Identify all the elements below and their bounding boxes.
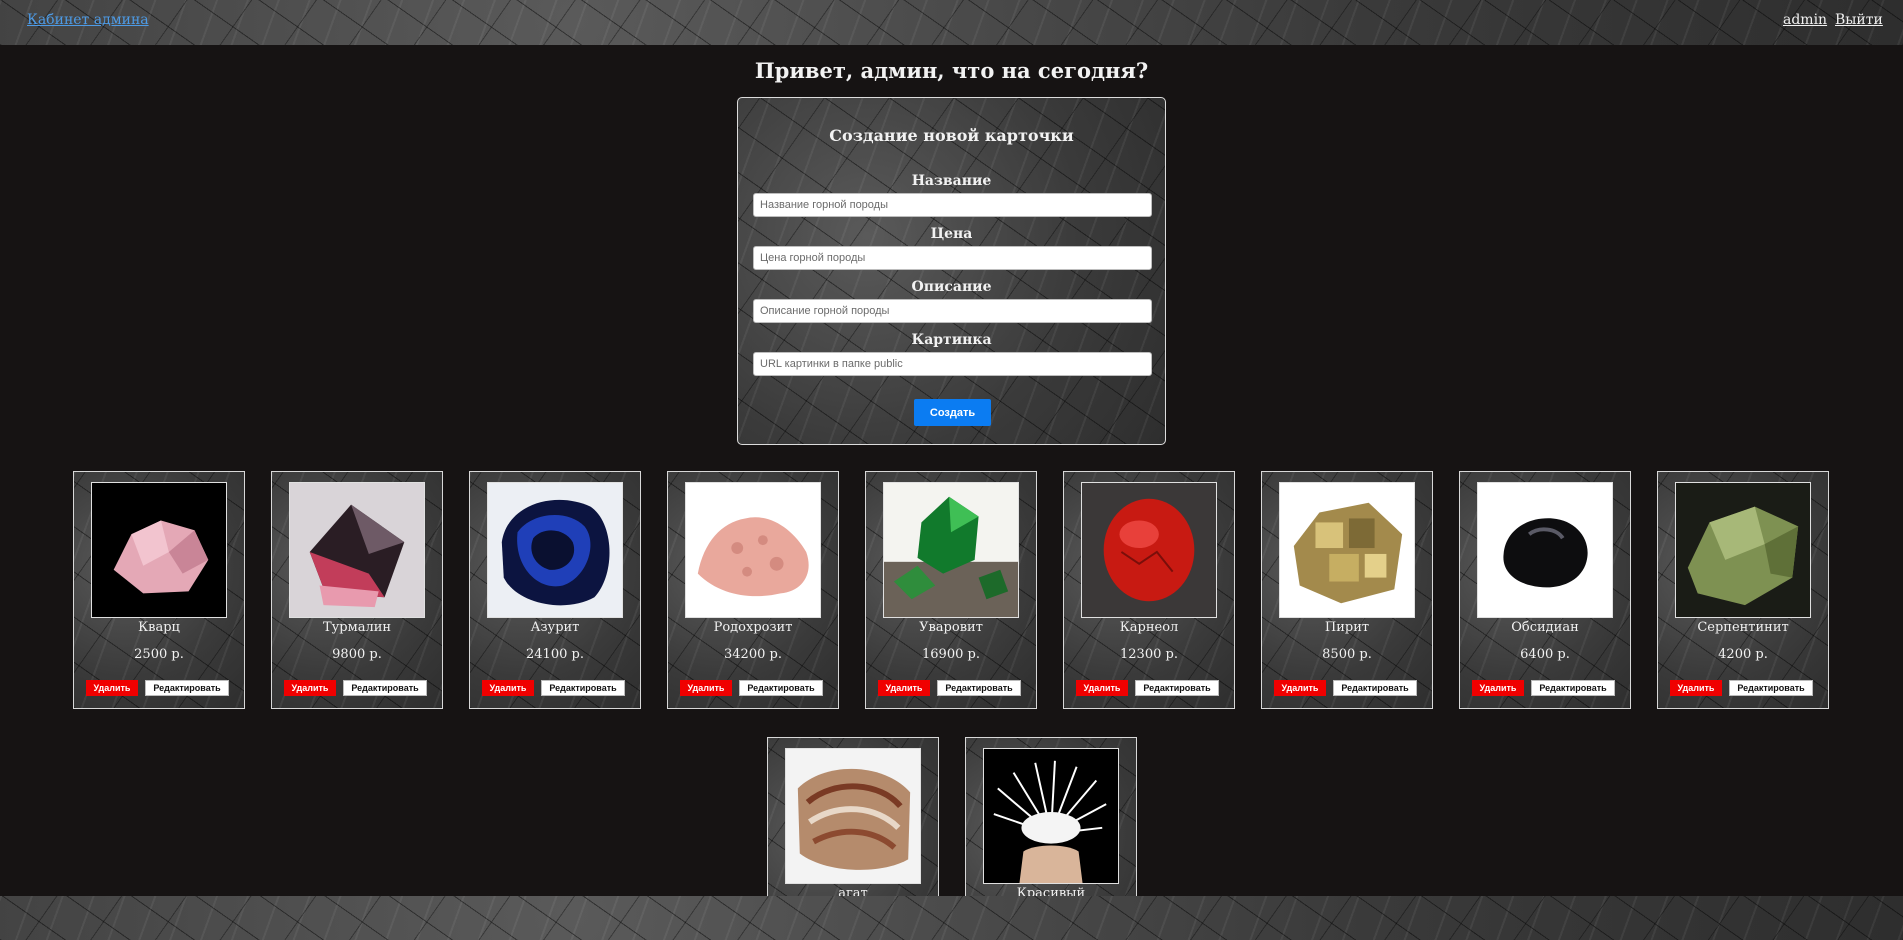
card-price: 9800 р. — [332, 647, 382, 662]
create-button[interactable]: Создать — [914, 399, 991, 426]
name-input[interactable] — [753, 193, 1152, 217]
product-card: Турмалин 9800 р. Удалить Редактировать — [271, 471, 443, 709]
delete-button[interactable]: Удалить — [1472, 680, 1524, 696]
card-name: Уваровит — [919, 620, 983, 635]
card-name: Серпентинит — [1697, 620, 1789, 635]
top-bar: Кабинет админа admin Выйти — [0, 0, 1903, 45]
agate-image — [785, 748, 921, 884]
card-price: 12300 р. — [1120, 647, 1178, 662]
delete-button[interactable]: Удалить — [680, 680, 732, 696]
rhodochrosite-image — [685, 482, 821, 618]
card-price: 16900 р. — [922, 647, 980, 662]
delete-button[interactable]: Удалить — [878, 680, 930, 696]
price-input[interactable] — [753, 246, 1152, 270]
tourmaline-image — [289, 482, 425, 618]
user-link[interactable]: admin — [1783, 12, 1827, 28]
card-name: Азурит — [530, 620, 580, 635]
carnelian-image — [1081, 482, 1217, 618]
edit-button[interactable]: Редактировать — [145, 680, 229, 696]
admin-cabinet-link[interactable]: Кабинет админа — [27, 12, 149, 28]
product-card: Азурит 24100 р. Удалить Редактировать — [469, 471, 641, 709]
name-label: Название — [911, 173, 992, 189]
card-name: Обсидиан — [1511, 620, 1579, 635]
delete-button[interactable]: Удалить — [482, 680, 534, 696]
edit-button[interactable]: Редактировать — [1135, 680, 1219, 696]
card-price: 8500 р. — [1322, 647, 1372, 662]
card-name: Родохрозит — [713, 620, 793, 635]
card-price: 34200 р. — [724, 647, 782, 662]
azurite-image — [487, 482, 623, 618]
delete-button[interactable]: Удалить — [1076, 680, 1128, 696]
edit-button[interactable]: Редактировать — [937, 680, 1021, 696]
edit-button[interactable]: Редактировать — [1333, 680, 1417, 696]
card-price: 2500 р. — [134, 647, 184, 662]
product-card: Родохрозит 34200 р. Удалить Редактироват… — [667, 471, 839, 709]
white-mineral-image — [983, 748, 1119, 884]
pyrite-image — [1279, 482, 1415, 618]
edit-button[interactable]: Редактировать — [739, 680, 823, 696]
obsidian-image — [1477, 482, 1613, 618]
product-card: Уваровит 16900 р. Удалить Редактировать — [865, 471, 1037, 709]
form-title: Создание новой карточки — [829, 126, 1074, 145]
footer-bar — [0, 896, 1903, 940]
description-input[interactable] — [753, 299, 1152, 323]
product-card: Кварц 2500 р. Удалить Редактировать — [73, 471, 245, 709]
product-card: Серпентинит 4200 р. Удалить Редактироват… — [1657, 471, 1829, 709]
price-label: Цена — [930, 226, 973, 242]
product-card: Пирит 8500 р. Удалить Редактировать — [1261, 471, 1433, 709]
card-price: 24100 р. — [526, 647, 584, 662]
rose-quartz-image — [91, 482, 227, 618]
product-card: Карнеол 12300 р. Удалить Редактировать — [1063, 471, 1235, 709]
edit-button[interactable]: Редактировать — [541, 680, 625, 696]
logout-link[interactable]: Выйти — [1835, 12, 1883, 28]
edit-button[interactable]: Редактировать — [1729, 680, 1813, 696]
image-label: Картинка — [911, 332, 992, 348]
description-label: Описание — [911, 279, 992, 295]
delete-button[interactable]: Удалить — [284, 680, 336, 696]
delete-button[interactable]: Удалить — [1670, 680, 1722, 696]
create-card-form: Создание новой карточки Название Цена Оп… — [737, 97, 1166, 445]
edit-button[interactable]: Редактировать — [343, 680, 427, 696]
card-name: Пирит — [1324, 620, 1370, 635]
delete-button[interactable]: Удалить — [1274, 680, 1326, 696]
page-greeting: Привет, админ, что на сегодня? — [754, 58, 1149, 83]
card-name: Кварц — [138, 620, 180, 635]
serpentinite-image — [1675, 482, 1811, 618]
image-url-input[interactable] — [753, 352, 1152, 376]
product-card: Обсидиан 6400 р. Удалить Редактировать — [1459, 471, 1631, 709]
card-name: Турмалин — [322, 620, 392, 635]
delete-button[interactable]: Удалить — [86, 680, 138, 696]
card-price: 6400 р. — [1520, 647, 1570, 662]
uvarovite-image — [883, 482, 1019, 618]
edit-button[interactable]: Редактировать — [1531, 680, 1615, 696]
card-price: 4200 р. — [1718, 647, 1768, 662]
card-name: Карнеол — [1119, 620, 1179, 635]
